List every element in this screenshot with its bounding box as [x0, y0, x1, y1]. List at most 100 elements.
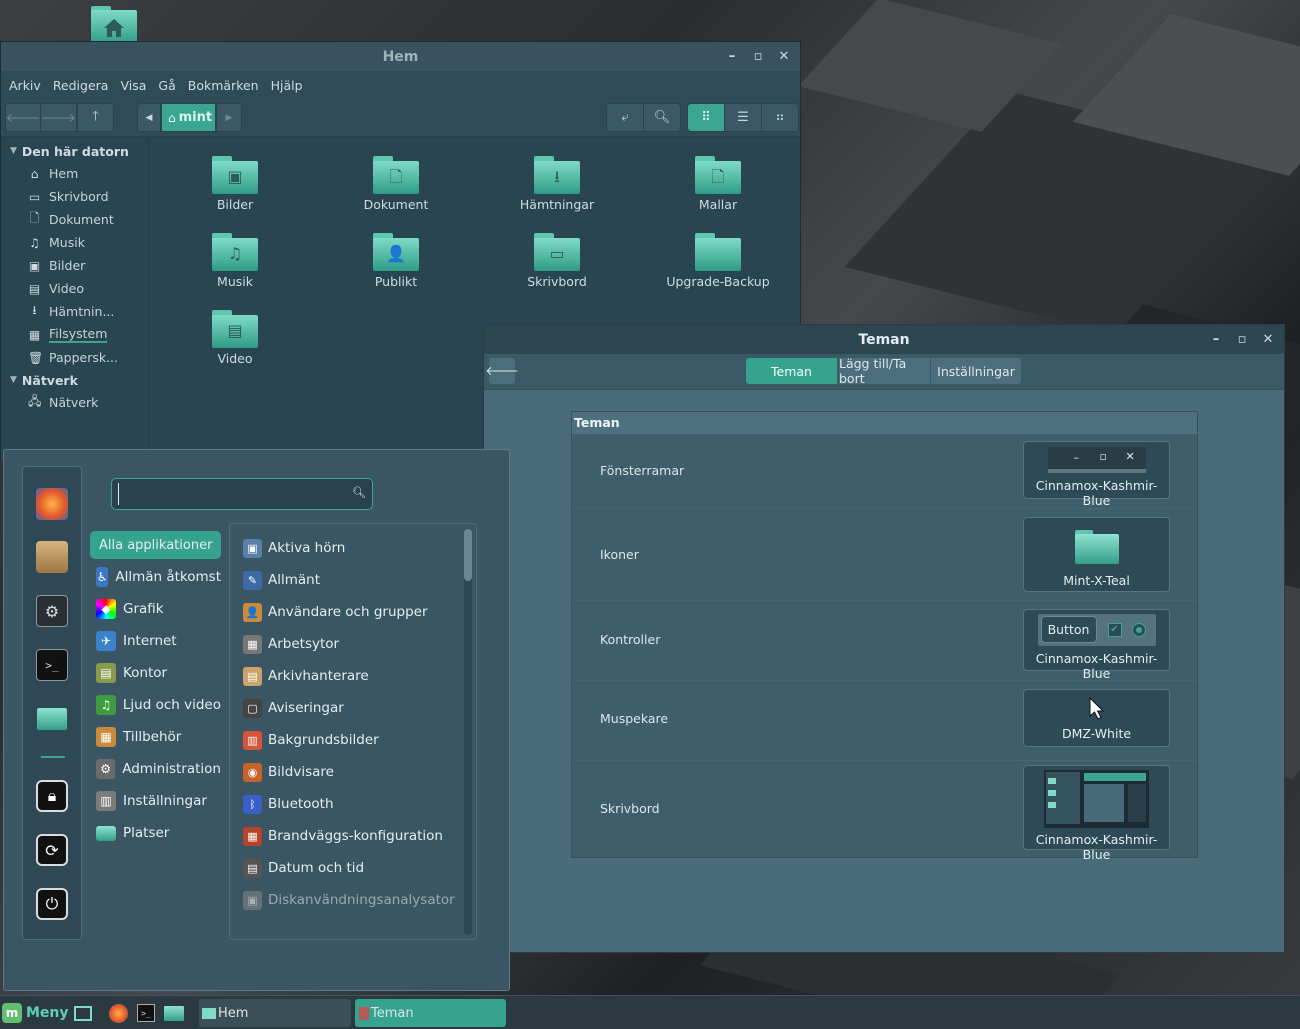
file-manager-titlebar[interactable]: Hem – ▫ ✕ [1, 42, 800, 71]
app-label: Datum och tid [268, 860, 365, 876]
file-item[interactable]: ♫ Musik [180, 233, 290, 289]
tab-add-remove[interactable]: Lägg till/Ta bort [838, 356, 931, 386]
sidebar-item-download[interactable]: ⭳ Hämtnin... [1, 300, 148, 323]
location-toggle-button[interactable]: ⤶ [606, 103, 644, 132]
file-item[interactable]: 👤 Publikt [341, 233, 451, 289]
menu-ga[interactable]: Gå [153, 78, 180, 93]
folder-icon[interactable] [36, 703, 68, 735]
menu-button[interactable]: m Meny [2, 999, 69, 1027]
lock-icon[interactable]: 🔒︎ [36, 780, 68, 812]
category-5[interactable]: ♫ Ljud och video [90, 691, 221, 719]
sidebar-item-network[interactable]: 🖧 Nätverk [1, 391, 148, 414]
scrollbar[interactable] [464, 529, 472, 935]
back-button[interactable]: 🡐 [5, 103, 41, 132]
file-item[interactable]: 🗋 Dokument [341, 156, 451, 212]
controls-chooser[interactable]: Button ✔ Cinnamox-Kashmir-Blue [1023, 609, 1170, 681]
file-item[interactable]: 🗋 Mallar [663, 156, 773, 212]
app-item[interactable]: ▦ Brandväggs-konfiguration [243, 823, 443, 849]
app-item[interactable]: ✎ Allmänt [243, 567, 320, 593]
category-9[interactable]: Platser [90, 819, 221, 847]
path-forward-button[interactable]: ▶ [216, 103, 242, 132]
settings-icon[interactable]: ⚙ [36, 595, 68, 627]
app-item[interactable]: ▦ Arbetsytor [243, 631, 339, 657]
desktop-home-icon[interactable] [91, 6, 137, 44]
file-item[interactable]: ▭ Skrivbord [502, 233, 612, 289]
package-icon[interactable] [36, 541, 68, 573]
path-back-button[interactable]: ◀ [137, 103, 161, 132]
app-item[interactable]: ▤ Datum och tid [243, 855, 364, 881]
sidebar-section-computer[interactable]: ▼ Den här datorn [1, 140, 148, 162]
close-button[interactable]: ✕ [778, 49, 790, 64]
close-button[interactable]: ✕ [1262, 332, 1274, 347]
up-button[interactable]: 🡑 [77, 103, 114, 132]
menu-hjalp[interactable]: Hjälp [266, 78, 308, 93]
file-item[interactable]: ▣ Bilder [180, 156, 290, 212]
minimize-button[interactable]: – [1210, 332, 1222, 347]
menu-arkiv[interactable]: Arkiv [4, 78, 46, 93]
show-desktop-icon[interactable] [73, 999, 93, 1027]
files-launcher-icon[interactable] [164, 999, 186, 1027]
sidebar-section-network[interactable]: ▼ Nätverk [1, 369, 148, 391]
maximize-button[interactable]: ▫ [752, 49, 764, 64]
minimize-button[interactable]: – [726, 49, 738, 64]
back-button[interactable]: 🡐 [485, 357, 519, 385]
firefox-launcher-icon[interactable] [109, 999, 129, 1027]
sidebar-item-filesystem[interactable]: ▦ Filsystem [1, 323, 148, 346]
app-item[interactable]: ▥ Bakgrundsbilder [243, 727, 379, 753]
app-item[interactable]: ᛒ Bluetooth [243, 791, 334, 817]
sidebar-item-music[interactable]: ♫ Musik [1, 231, 148, 254]
cursor-chooser[interactable]: DMZ-White [1023, 689, 1170, 747]
menu-bokmarken[interactable]: Bokmärken [183, 78, 264, 93]
search-button[interactable]: 🔍︎ [643, 103, 681, 132]
sidebar-item-document[interactable]: 🗋 Dokument [1, 208, 148, 231]
category-2[interactable]: ◆ Grafik [90, 595, 221, 623]
path-home-button[interactable]: ⌂ mint [161, 103, 216, 132]
taskbar-window-teman[interactable]: Teman [355, 999, 506, 1027]
forward-button[interactable]: 🡒 [40, 103, 77, 132]
sidebar-item-home[interactable]: ⌂ Hem [1, 162, 148, 185]
category-0[interactable]: Alla applikationer [90, 531, 221, 559]
sidebar-item-pictures[interactable]: ▣ Bilder [1, 254, 148, 277]
icon-view-button[interactable]: ⠿ [687, 103, 725, 132]
app-icon: ▣ [243, 538, 262, 558]
themes-titlebar[interactable]: Teman – ▫ ✕ [484, 325, 1284, 354]
file-item[interactable]: ▤ Video [180, 310, 290, 366]
category-1[interactable]: ♿ Allmän åtkomst [90, 563, 221, 591]
power-icon[interactable]: ⏻ [36, 888, 68, 920]
sidebar-item-video[interactable]: ▤ Video [1, 277, 148, 300]
menu-visa[interactable]: Visa [115, 78, 151, 93]
tab-teman[interactable]: Teman [745, 357, 838, 385]
app-item[interactable]: ▣ Diskanvändningsanalysator [243, 887, 455, 913]
compact-view-button[interactable]: ⠶ [761, 103, 799, 132]
terminal-launcher-icon[interactable]: >_ [137, 999, 157, 1027]
app-item[interactable]: ▢ Aviseringar [243, 695, 344, 721]
app-item[interactable]: ▣ Aktiva hörn [243, 535, 345, 561]
file-item[interactable]: ⭳ Hämtningar [502, 156, 612, 212]
file-item[interactable]: Upgrade-Backup [663, 233, 773, 289]
app-item[interactable]: 👤 Användare och grupper [243, 599, 428, 625]
menu-redigera[interactable]: Redigera [48, 78, 114, 93]
triangle-left-icon: ◀ [145, 112, 153, 123]
firefox-icon[interactable] [36, 488, 68, 520]
category-4[interactable]: ▤ Kontor [90, 659, 221, 687]
category-6[interactable]: ▦ Tillbehör [90, 723, 221, 751]
category-3[interactable]: ✈ Internet [90, 627, 221, 655]
sidebar-item-desktop[interactable]: ▭ Skrivbord [1, 185, 148, 208]
taskbar-window-hem[interactable]: Hem [199, 999, 351, 1027]
list-view-button[interactable]: ☰ [724, 103, 762, 132]
terminal-icon[interactable]: >_ [36, 649, 68, 681]
logout-icon[interactable]: ⟳ [36, 834, 68, 866]
window-borders-chooser[interactable]: – ▫ ✕ Cinnamox-Kashmir-Blue [1023, 441, 1170, 508]
maximize-button[interactable]: ▫ [1236, 332, 1248, 347]
search-input[interactable] [118, 483, 343, 505]
app-item[interactable]: ◉ Bildvisare [243, 759, 334, 785]
category-8[interactable]: ▥ Inställningar [90, 787, 221, 815]
app-item[interactable]: ▤ Arkivhanterare [243, 663, 369, 689]
desktop-chooser[interactable]: Cinnamox-Kashmir-Blue [1023, 765, 1170, 862]
scrollbar-thumb[interactable] [464, 529, 472, 581]
category-7[interactable]: ⚙ Administration [90, 755, 221, 783]
icons-chooser[interactable]: Mint-X-Teal [1023, 517, 1170, 592]
sidebar-item-trash[interactable]: 🗑 Pappersk... [1, 346, 148, 369]
search-box[interactable]: 🔍︎ [111, 478, 373, 510]
tab-installningar[interactable]: Inställningar [930, 357, 1022, 385]
